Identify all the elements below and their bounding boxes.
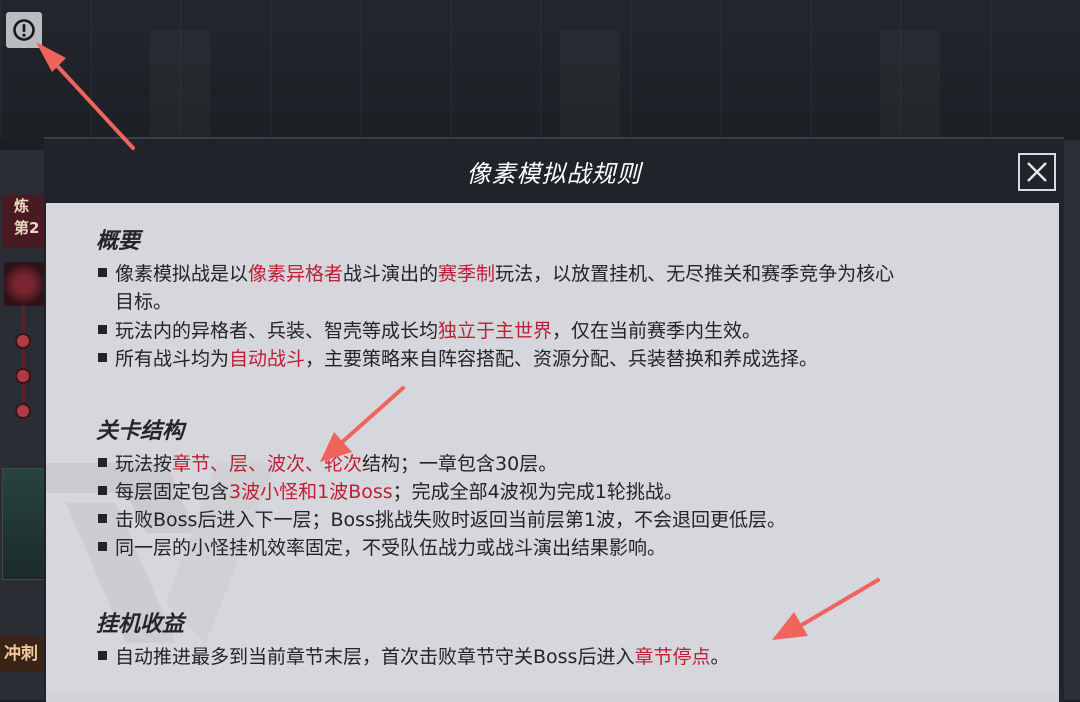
background-stripe: [880, 30, 940, 140]
bullet-icon: [98, 514, 107, 523]
side-emblem: [4, 262, 44, 306]
side-bottom-label[interactable]: 冲刺: [0, 636, 46, 672]
bullet-icon: [98, 486, 107, 495]
bullet-icon: [98, 458, 107, 467]
rule-item: 同一层的小怪挂机效率固定，不受队伍战力或战斗演出结果影响。: [98, 534, 1038, 562]
section-heading-idle-rewards: 挂机收益: [96, 612, 185, 637]
side-character-card[interactable]: [2, 468, 46, 580]
rule-item: 像素模拟战是以像素异格者战斗演出的赛季制玩法，以放置挂机、无尽推关和赛季竞争为核…: [98, 260, 1038, 316]
close-icon: [1027, 162, 1047, 182]
rule-item: 玩法内的异格者、兵装、智壳等成长均独立于主世界，仅在当前赛季内生效。: [98, 317, 1038, 345]
rules-dialog: 像素模拟战规则 概要 像素模拟战是以像素异格者战斗演出的赛季制玩法，以放置挂机、…: [44, 137, 1064, 702]
bullet-icon: [98, 268, 107, 277]
rules-info-button[interactable]: [6, 12, 42, 48]
side-tag-line1: 炼: [14, 197, 30, 215]
side-progress-node: [15, 403, 31, 419]
background-stripe: [560, 30, 620, 140]
close-button[interactable]: [1018, 153, 1056, 191]
right-side-panel: [1062, 140, 1080, 700]
side-progress-node: [15, 333, 31, 349]
rule-item: 每层固定包含3波小怪和1波Boss；完成全部4波视为完成1轮挑战。: [98, 478, 1038, 506]
bullet-icon: [98, 325, 107, 334]
bullet-icon: [98, 353, 107, 362]
rule-item: 击败Boss后进入下一层；Boss挑战失败时返回当前层第1波，不会退回更低层。: [98, 506, 1038, 534]
rule-item: 所有战斗均为自动战斗，主要策略来自阵容搭配、资源分配、兵装替换和养成选择。: [98, 345, 1038, 373]
rules-content[interactable]: 概要 像素模拟战是以像素异格者战斗演出的赛季制玩法，以放置挂机、无尽推关和赛季竞…: [46, 203, 1059, 702]
bullet-icon: [98, 542, 107, 551]
section-heading-overview: 概要: [96, 229, 141, 254]
rule-item: 玩法按章节、层、波次、轮次结构；一章包含30层。: [98, 450, 1038, 478]
background-stripe: [150, 30, 210, 140]
bullet-icon: [98, 651, 107, 660]
rule-item: 自动推进最多到当前章节末层，首次击败章节守关Boss后进入章节停点。: [98, 643, 1038, 671]
side-progress-node: [15, 368, 31, 384]
exclamation-circle-icon: [13, 19, 35, 41]
section-heading-level-structure: 关卡结构: [96, 419, 185, 444]
side-event-tag[interactable]: 炼 第2: [2, 195, 46, 247]
dialog-title: 像素模拟战规则: [466, 160, 642, 188]
side-tag-line2: 第2: [14, 219, 40, 237]
content-fade: [46, 689, 1059, 702]
